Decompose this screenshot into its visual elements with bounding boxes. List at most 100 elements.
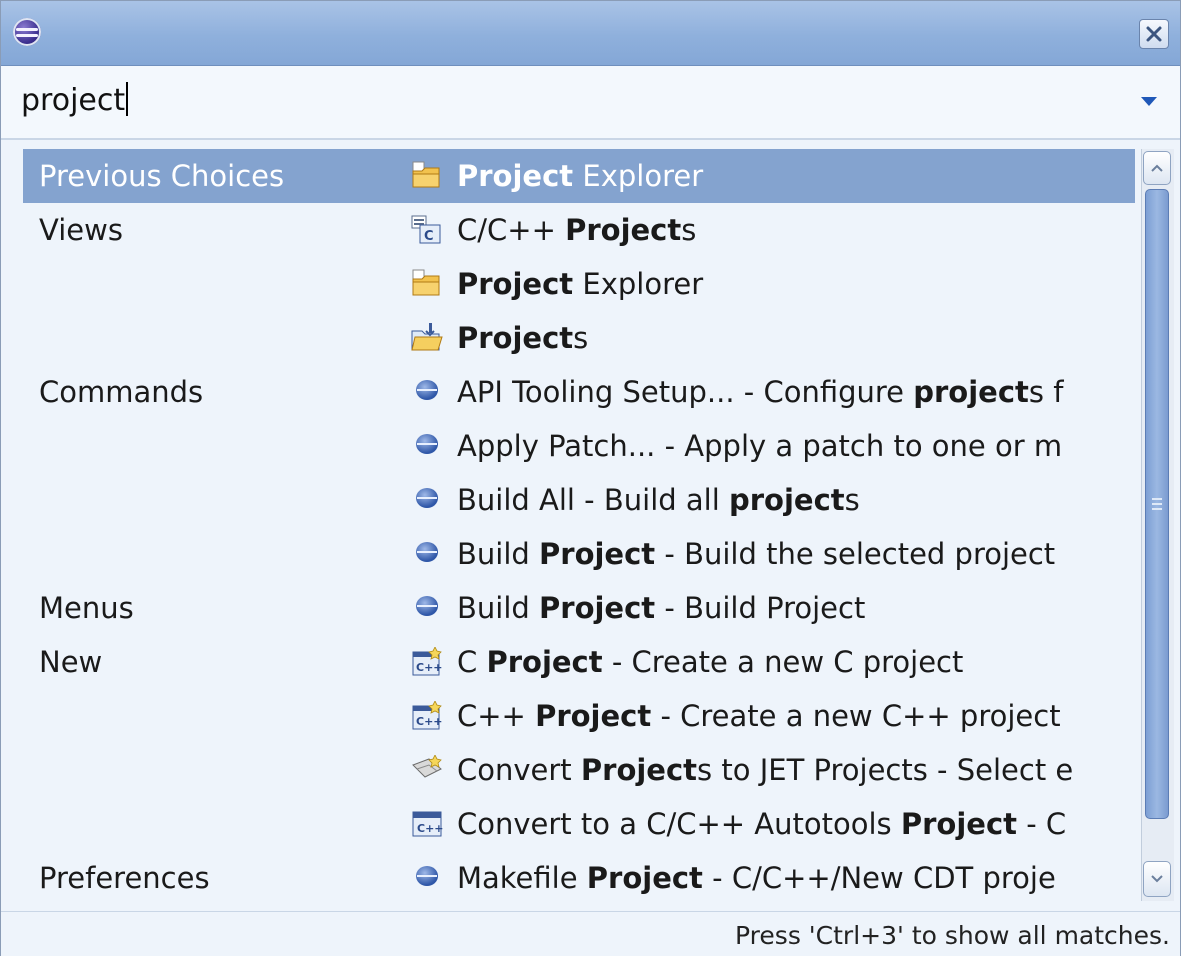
result-item[interactable]: Convert Projects to JET Projects - Selec… [411, 743, 1135, 797]
label-text: Explorer [573, 267, 704, 301]
results-list: Previous Choices Project Explorer Views C C/… [23, 149, 1135, 901]
match-highlight: Project [539, 537, 656, 571]
match-highlight: Project [900, 807, 1018, 841]
eclipse-app-icon [13, 18, 41, 46]
label-text: s [573, 321, 589, 355]
result-row[interactable]: C++ C++ Project - Create a new C++ projec… [23, 689, 1135, 743]
scroll-down-button[interactable] [1143, 861, 1171, 897]
svg-text:C++: C++ [417, 822, 443, 835]
label-text: - C [1017, 807, 1067, 841]
label-text: C/C++ [457, 213, 566, 247]
label-text: s to JET Projects - Select e [697, 753, 1074, 787]
quick-access-window: project Previous Choices Project Explorer… [0, 0, 1181, 956]
label-text: C [457, 645, 487, 679]
result-row[interactable]: Views C C/C++ Projects [23, 203, 1135, 257]
svg-text:C++: C++ [416, 715, 443, 728]
label-text: s f [1028, 375, 1064, 409]
result-row[interactable]: C++ Convert to a C/C++ Autotools Project … [23, 797, 1135, 851]
result-row[interactable]: Build All - Build all projects [23, 473, 1135, 527]
result-row[interactable]: Convert Projects to JET Projects - Selec… [23, 743, 1135, 797]
result-item[interactable]: API Tooling Setup... - Configure project… [411, 365, 1135, 419]
result-item[interactable]: Project Explorer [411, 149, 1135, 203]
search-input[interactable]: project [21, 80, 1121, 122]
match-highlight: Project [535, 699, 652, 733]
label-text: Build [457, 537, 540, 571]
svg-text:C: C [424, 229, 434, 244]
match-highlight: Project [580, 753, 698, 787]
label-text: - Create a new C++ project [651, 699, 1061, 733]
vertical-scrollbar[interactable] [1141, 149, 1174, 901]
match-highlight: Project [457, 159, 574, 193]
close-button[interactable] [1139, 19, 1169, 49]
result-row[interactable]: Build Project - Build the selected proje… [23, 527, 1135, 581]
result-label: Makefile Project - C/C++/New CDT proje [457, 851, 1056, 905]
label-text: Apply Patch... - Apply a patch to one or… [457, 429, 1063, 463]
new-cpp-project-icon: C++ [411, 700, 443, 731]
dropdown-arrow-icon[interactable] [1141, 97, 1157, 106]
result-label: API Tooling Setup... - Configure project… [457, 365, 1063, 419]
match-highlight: Project [457, 321, 574, 355]
result-item[interactable]: C C/C++ Projects [411, 203, 1135, 257]
label-text: - Build the selected project [655, 537, 1056, 571]
result-item[interactable]: C++ Convert to a C/C++ Autotools Project … [411, 797, 1135, 851]
project-explorer-icon [411, 269, 443, 299]
command-bullet-icon [411, 593, 443, 623]
result-item[interactable]: Apply Patch... - Apply a patch to one or… [411, 419, 1135, 473]
category-label: Menus [39, 591, 134, 625]
result-row[interactable]: Projects [23, 311, 1135, 365]
command-bullet-icon [411, 431, 443, 461]
result-label: Build Project - Build the selected proje… [457, 527, 1055, 581]
result-item[interactable]: C++ C++ Project - Create a new C++ projec… [411, 689, 1135, 743]
result-row[interactable]: Menus Build Project - Build Project [23, 581, 1135, 635]
title-bar [1, 1, 1180, 66]
search-query: project [21, 83, 126, 118]
result-item[interactable]: C++ C Project - Create a new C project [411, 635, 1135, 689]
chevron-up-icon [1151, 164, 1163, 172]
result-row[interactable]: Apply Patch... - Apply a patch to one or… [23, 419, 1135, 473]
command-bullet-icon [411, 485, 443, 515]
result-item[interactable]: Makefile Project - C/C++/New CDT proje [411, 851, 1135, 905]
search-row: project [1, 66, 1180, 140]
result-label: Build Project - Build Project [457, 581, 865, 635]
result-item[interactable]: Projects [411, 311, 1135, 365]
result-row[interactable]: Project Explorer [23, 257, 1135, 311]
category-label: Previous Choices [39, 159, 285, 193]
match-highlight: Project [539, 591, 656, 625]
label-text: - Build Project [655, 591, 866, 625]
result-row[interactable]: New C++ C Project - Create a new C project [23, 635, 1135, 689]
result-item[interactable]: Project Explorer [411, 257, 1135, 311]
label-text: - Create a new C project [602, 645, 964, 679]
result-label: Project Explorer [457, 149, 703, 203]
result-row[interactable]: Previous Choices Project Explorer [23, 149, 1135, 203]
match-highlight: Project [457, 267, 574, 301]
label-text: Explorer [573, 159, 704, 193]
label-text: - C/C++/New CDT proje [702, 861, 1056, 895]
scroll-up-button[interactable] [1143, 151, 1171, 185]
result-label: C Project - Create a new C project [457, 635, 963, 689]
label-text: Convert [457, 753, 581, 787]
label-text: C++ [457, 699, 536, 733]
category-label: Views [39, 213, 123, 247]
result-label: C++ Project - Create a new C++ project [457, 689, 1061, 743]
match-highlight: project [729, 483, 845, 517]
match-highlight: Project [586, 861, 703, 895]
scroll-thumb[interactable] [1145, 189, 1169, 819]
result-label: Convert to a C/C++ Autotools Project - C [457, 797, 1066, 851]
svg-text:C++: C++ [416, 661, 443, 674]
cpp-autotools-icon: C++ [411, 809, 444, 839]
result-row[interactable]: Preferences Makefile Project - C/C++/New … [23, 851, 1135, 905]
command-bullet-icon [411, 539, 443, 569]
result-item[interactable]: Build Project - Build the selected proje… [411, 527, 1135, 581]
label-text: Build All - Build all [457, 483, 729, 517]
match-highlight: Project [486, 645, 603, 679]
label-text: Build [457, 591, 540, 625]
category-label: Preferences [39, 861, 210, 895]
category-label: Commands [39, 375, 204, 409]
result-item[interactable]: Build All - Build all projects [411, 473, 1135, 527]
match-highlight: Project [565, 213, 682, 247]
category-label: New [39, 645, 103, 679]
result-item[interactable]: Build Project - Build Project [411, 581, 1135, 635]
status-hint: Press 'Ctrl+3' to show all matches. [735, 921, 1170, 950]
close-icon [1146, 26, 1162, 42]
result-row[interactable]: Commands API Tooling Setup... - Configure… [23, 365, 1135, 419]
